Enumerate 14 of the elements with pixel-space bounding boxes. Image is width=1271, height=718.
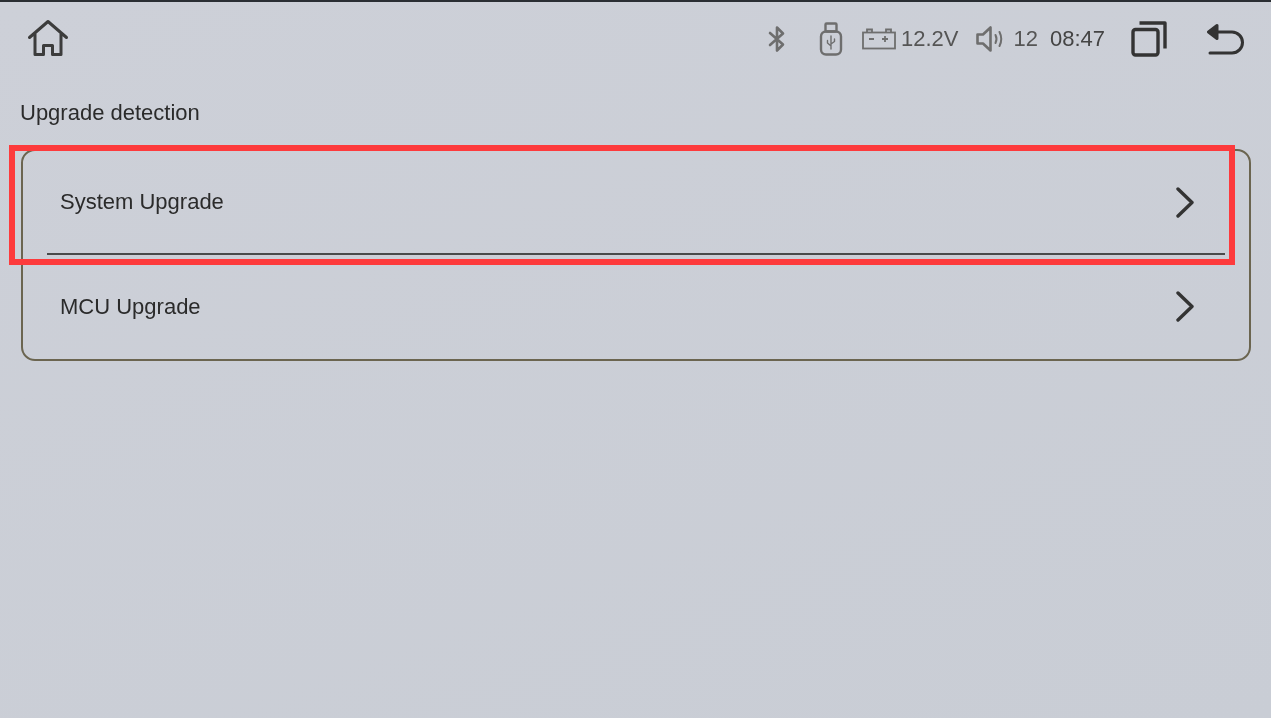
recent-apps-icon[interactable]	[1131, 21, 1167, 57]
battery-voltage: 12.2V	[900, 28, 959, 50]
clock-time: 08:47	[1049, 28, 1105, 50]
chevron-right-icon	[1176, 186, 1194, 218]
back-icon[interactable]	[1207, 23, 1245, 55]
list-item[interactable]: System Upgrade	[23, 151, 1249, 253]
home-icon[interactable]	[27, 19, 69, 57]
volume-level: 12	[1013, 28, 1038, 50]
list-item[interactable]: MCU Upgrade	[23, 254, 1249, 359]
bluetooth-icon	[766, 25, 787, 53]
section-title: Upgrade detection	[20, 100, 200, 126]
chevron-right-icon	[1176, 291, 1194, 322]
battery-icon	[861, 28, 896, 50]
usb-drive-icon	[818, 22, 843, 56]
